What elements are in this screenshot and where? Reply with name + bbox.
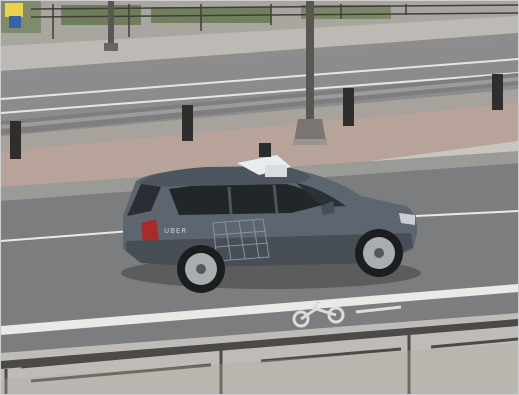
rear-wheel <box>177 245 225 293</box>
front-wheel <box>355 229 403 277</box>
brand-marking-text: UBER <box>164 227 187 235</box>
street-scene-photo: UBER <box>1 1 518 394</box>
photo-frame: UBER <box>0 0 519 395</box>
